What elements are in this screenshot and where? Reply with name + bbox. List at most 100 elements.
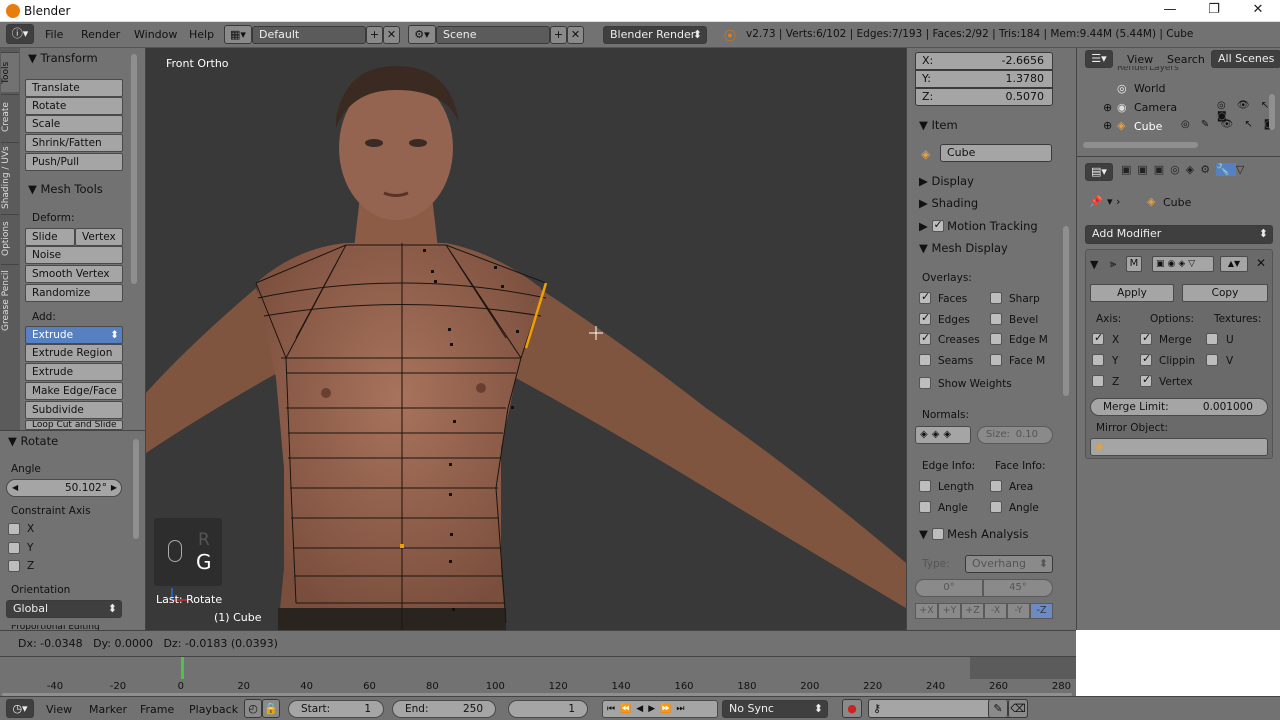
extrude-region-button[interactable]: Extrude Region [25, 344, 123, 362]
timeline-menu-playback[interactable]: Playback [189, 703, 238, 716]
add-scene-icon[interactable]: + [550, 26, 567, 44]
face-marks-checkbox[interactable] [990, 354, 1002, 366]
mirror-u-checkbox[interactable] [1206, 333, 1218, 345]
modifier-tab-wrench-icon[interactable]: 🔧 [1216, 163, 1236, 176]
npanel-scrollbar[interactable] [1063, 226, 1069, 396]
add-modifier-select[interactable]: Add Modifier ⬍ [1085, 225, 1273, 244]
translate-button[interactable]: Translate [25, 79, 123, 97]
collapse-icon[interactable]: ▼ [1090, 258, 1098, 271]
end-frame-field[interactable]: End: 250 [392, 700, 496, 718]
outliner-item-cube[interactable]: Cube [1134, 120, 1162, 133]
maximize-icon[interactable]: ❐ [1194, 2, 1234, 20]
modifier-move-buttons[interactable]: ▲▼ [1220, 256, 1248, 272]
axis-pos-y-button[interactable]: +Y [938, 603, 961, 619]
expand-icon[interactable]: ⊕ [1103, 119, 1112, 132]
bevel-checkbox[interactable] [990, 313, 1002, 325]
timeline-menu-view[interactable]: View [46, 703, 72, 716]
scene-icon[interactable]: ⚙▾ [408, 25, 436, 44]
render-engine-select[interactable]: Blender Render ⬍ [603, 26, 707, 44]
operator-panel-scrollbar[interactable] [133, 439, 139, 539]
tab-create[interactable]: Create [1, 94, 19, 140]
tab-tools[interactable]: Tools [1, 52, 19, 92]
apply-button[interactable]: Apply [1090, 284, 1174, 302]
vertex-groups-checkbox[interactable] [1140, 373, 1152, 387]
delete-keyframe-icon[interactable]: ⌫ [1008, 699, 1028, 718]
modifier-visibility-icons[interactable]: ▣◉◈▽ [1152, 256, 1214, 272]
axis-neg-x-button[interactable]: -X [984, 603, 1007, 619]
mesh-analysis-checkbox[interactable] [931, 528, 944, 540]
axis-pos-z-button[interactable]: +Z [961, 603, 984, 619]
expand-icon[interactable]: ⊕ [1103, 101, 1112, 114]
mesh-display-panel-header[interactable]: ▼ Mesh Display [907, 241, 1077, 255]
scale-button[interactable]: Scale [25, 115, 123, 133]
edge-angle-checkbox[interactable] [919, 501, 931, 513]
face-angle-checkbox[interactable] [990, 501, 1002, 513]
start-frame-field[interactable]: Start: 1 [288, 700, 384, 718]
item-panel-header[interactable]: ▼ Item [907, 118, 1077, 132]
location-y-field[interactable]: Y: 1.3780 [915, 70, 1053, 88]
orientation-select[interactable]: Global ⬍ [6, 600, 122, 618]
properties-editor-icon[interactable]: ▤▾ [1085, 163, 1113, 181]
slide-vertex-button[interactable]: Vertex [75, 228, 123, 246]
axis-neg-z-button[interactable]: -Z [1030, 603, 1053, 619]
seams-checkbox[interactable] [919, 354, 931, 366]
motion-tracking-panel-header[interactable]: ▶ Motion Tracking [907, 218, 1077, 233]
overhang-min-field[interactable]: 0° [915, 579, 983, 597]
merge-checkbox[interactable] [1140, 331, 1152, 345]
shading-panel-header[interactable]: ▶ Shading [907, 196, 1077, 210]
extrude-individual-button[interactable]: Extrude Individual [25, 363, 123, 394]
outliner-scrollbar[interactable] [1269, 94, 1275, 130]
push-pull-button[interactable]: Push/Pull [25, 153, 123, 171]
shrink-fatten-button[interactable]: Shrink/Fatten [25, 134, 123, 152]
extrude-button[interactable]: Extrude ⬍ [25, 326, 123, 344]
mirror-object-field[interactable]: ◈ [1090, 438, 1268, 456]
current-frame-field[interactable]: 1 [508, 700, 588, 718]
record-icon[interactable]: ● [842, 699, 862, 718]
transform-panel-header[interactable]: ▼ Transform [28, 51, 98, 65]
tab-options[interactable]: Options [1, 214, 19, 262]
info-editor-icon[interactable]: ⓘ▾ [6, 24, 34, 44]
faces-checkbox[interactable] [919, 290, 931, 304]
axis-pos-x-button[interactable]: +X [915, 603, 938, 619]
creases-checkbox[interactable] [919, 331, 931, 345]
modifier-name-field[interactable]: M [1126, 256, 1142, 272]
show-weights-checkbox[interactable] [919, 377, 931, 389]
noise-button[interactable]: Noise [25, 246, 123, 264]
make-edge-face-button[interactable]: Make Edge/Face [25, 382, 123, 400]
remove-modifier-icon[interactable]: ✕ [1256, 256, 1266, 270]
scene-field[interactable]: Scene [436, 26, 550, 44]
minimize-icon[interactable]: — [1150, 2, 1190, 20]
menu-window[interactable]: Window [134, 28, 177, 41]
loop-cut-button[interactable]: Loop Cut and Slide [25, 420, 123, 430]
remove-scene-icon[interactable]: ✕ [567, 26, 584, 44]
mesh-analysis-panel-header[interactable]: ▼ Mesh Analysis [907, 527, 1077, 541]
slide-edge-button[interactable]: Slide Ed [25, 228, 75, 259]
merge-limit-field[interactable]: Merge Limit: 0.001000 [1090, 398, 1268, 416]
mesh-tools-panel-header[interactable]: ▼ Mesh Tools [28, 182, 103, 196]
add-screen-icon[interactable]: + [366, 26, 383, 44]
insert-keyframe-icon[interactable]: ✎ [988, 699, 1008, 718]
display-panel-header[interactable]: ▶ Display [907, 174, 1077, 188]
remove-screen-icon[interactable]: ✕ [383, 26, 400, 44]
menu-render[interactable]: Render [81, 28, 120, 41]
pin-icon[interactable]: 📌 [1089, 195, 1103, 208]
3d-viewport[interactable]: Front Ortho R G Last: Rotate (1) Cube [146, 48, 906, 630]
screen-layout-icon[interactable]: ▦▾ [224, 25, 252, 44]
clipping-checkbox[interactable] [1140, 352, 1152, 366]
angle-field[interactable]: ◀ 50.102° ▶ [6, 479, 122, 497]
motion-tracking-checkbox[interactable] [931, 218, 944, 232]
edge-length-checkbox[interactable] [919, 480, 931, 492]
range-toggle-icon[interactable]: ◴ [244, 699, 262, 718]
playback-controls[interactable]: ⏮⏪◀▶⏩⏭ [602, 700, 718, 718]
timeline-menu-marker[interactable]: Marker [89, 703, 127, 716]
subdivide-button[interactable]: Subdivide [25, 401, 123, 419]
outliner-item-renderlayers[interactable]: RenderLayers [1117, 66, 1267, 74]
tab-shading-uvs[interactable]: Shading / UVs [1, 142, 19, 212]
mirror-axis-z-checkbox[interactable] [1092, 375, 1104, 387]
outliner-menu-view[interactable]: View [1127, 53, 1153, 66]
item-name-field[interactable]: Cube [940, 144, 1052, 162]
normal-size-field[interactable]: Size: 0.10 [977, 426, 1053, 444]
edges-checkbox[interactable] [919, 311, 931, 325]
smooth-vertex-button[interactable]: Smooth Vertex [25, 265, 123, 283]
menu-file[interactable]: File [45, 28, 63, 41]
